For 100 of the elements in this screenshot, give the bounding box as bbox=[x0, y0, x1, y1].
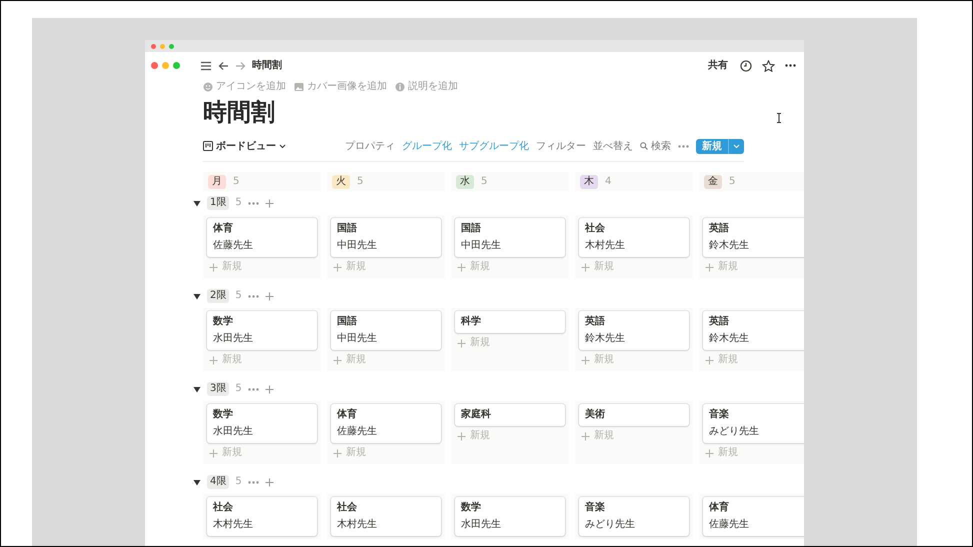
plus-icon bbox=[209, 356, 218, 364]
more-icon[interactable] bbox=[785, 64, 796, 67]
plus-icon bbox=[705, 262, 714, 272]
card[interactable]: 数学 水田先生 bbox=[455, 497, 565, 536]
clock-icon[interactable] bbox=[740, 60, 752, 72]
add-page-option[interactable]: 説明を追加 bbox=[408, 81, 458, 93]
card-title: 数学 bbox=[213, 316, 234, 328]
card[interactable]: 科学 bbox=[455, 311, 565, 333]
day-tag: 月 bbox=[208, 174, 226, 188]
card-count: 5 bbox=[729, 176, 736, 188]
card-count: 5 bbox=[481, 176, 488, 188]
toggle-triangle-icon[interactable] bbox=[193, 200, 201, 206]
card[interactable]: 社会 木村先生 bbox=[579, 218, 689, 257]
card[interactable]: 体育 佐藤先生 bbox=[703, 497, 804, 536]
teacher-name: 中田先生 bbox=[337, 333, 378, 345]
view-selector[interactable]: ボードビュー bbox=[203, 139, 286, 153]
board-icon bbox=[203, 141, 213, 151]
toolbar-button[interactable]: フィルター bbox=[536, 139, 586, 153]
card[interactable]: 英語 鈴木先生 bbox=[703, 311, 804, 350]
card-title: 体育 bbox=[213, 223, 234, 235]
toolbar-button[interactable]: サブグループ化 bbox=[459, 139, 529, 153]
plus-icon bbox=[705, 448, 714, 458]
teacher-name: みどり先生 bbox=[709, 426, 760, 438]
page-breadcrumb[interactable]: 時間割 bbox=[252, 60, 282, 72]
chevron-down-icon bbox=[279, 144, 286, 148]
star-icon[interactable] bbox=[762, 60, 775, 72]
toggle-triangle-icon[interactable] bbox=[193, 292, 201, 300]
card-title: 体育 bbox=[709, 502, 730, 514]
add-icon[interactable] bbox=[264, 384, 274, 394]
card-title: 英語 bbox=[709, 316, 730, 328]
teacher-name: 佐藤先生 bbox=[337, 426, 378, 438]
teacher-name: 木村先生 bbox=[213, 519, 254, 531]
teacher-name: 中田先生 bbox=[461, 240, 502, 252]
add-icon[interactable] bbox=[264, 198, 274, 208]
new-button[interactable]: 新規 bbox=[696, 138, 744, 154]
card-title: 国語 bbox=[337, 223, 358, 235]
card-title: 音楽 bbox=[585, 502, 606, 514]
toolbar-button[interactable]: 並べ替え bbox=[593, 139, 633, 153]
chevron-down-icon bbox=[733, 144, 740, 148]
plus-icon bbox=[457, 432, 466, 440]
card[interactable]: 英語 鈴木先生 bbox=[579, 311, 689, 350]
card-count: 5 bbox=[235, 197, 242, 209]
toggle-triangle-icon[interactable] bbox=[193, 386, 201, 392]
smiley-icon bbox=[203, 82, 213, 92]
plus-icon bbox=[333, 448, 342, 458]
day-tag: 水 bbox=[456, 174, 474, 188]
card-count: 5 bbox=[235, 476, 242, 488]
card-title: 社会 bbox=[337, 502, 358, 514]
plus-icon bbox=[457, 338, 466, 348]
day-tag: 火 bbox=[332, 174, 350, 188]
group-tag: 1限 bbox=[207, 196, 230, 210]
search-button[interactable]: 検索 bbox=[640, 139, 671, 153]
day-tag: 木 bbox=[580, 174, 598, 188]
card-title: 科学 bbox=[461, 316, 482, 328]
card-title: 社会 bbox=[585, 223, 606, 235]
card-count: 5 bbox=[235, 383, 242, 395]
add-page-option[interactable]: アイコンを追加 bbox=[216, 81, 286, 93]
plus-icon bbox=[581, 356, 590, 364]
add-icon[interactable] bbox=[264, 292, 274, 300]
card[interactable]: 英語 鈴木先生 bbox=[703, 218, 804, 257]
share-button[interactable]: 共有 bbox=[708, 60, 728, 72]
plus-icon bbox=[333, 356, 342, 364]
search-icon bbox=[640, 142, 648, 150]
teacher-name: 佐藤先生 bbox=[709, 519, 750, 531]
card[interactable]: 社会 木村先生 bbox=[207, 497, 317, 536]
teacher-name: 木村先生 bbox=[585, 240, 626, 252]
card[interactable]: 数学 水田先生 bbox=[207, 404, 317, 443]
group-tag: 2限 bbox=[207, 289, 230, 303]
add-page-option[interactable]: カバー画像を追加 bbox=[307, 81, 387, 93]
forward-arrow-icon[interactable] bbox=[235, 60, 246, 70]
card[interactable]: 体育 佐藤先生 bbox=[331, 404, 441, 443]
card[interactable]: 国語 中田先生 bbox=[331, 311, 441, 350]
plus-icon bbox=[581, 262, 590, 272]
menu-icon[interactable] bbox=[200, 60, 212, 70]
card[interactable]: 体育 佐藤先生 bbox=[207, 218, 317, 257]
card[interactable]: 社会 木村先生 bbox=[331, 497, 441, 536]
card[interactable]: 音楽 みどり先生 bbox=[579, 497, 689, 536]
card-title: 数学 bbox=[461, 502, 482, 514]
card-count: 5 bbox=[233, 176, 240, 188]
card[interactable]: 家庭科 bbox=[455, 404, 565, 426]
plus-icon bbox=[209, 262, 218, 272]
page-title: 時間割 bbox=[203, 97, 275, 128]
plus-icon bbox=[457, 262, 466, 272]
teacher-name: 佐藤先生 bbox=[213, 240, 254, 252]
toolbar-button[interactable]: プロパティ bbox=[345, 139, 395, 153]
card-count: 5 bbox=[235, 290, 242, 302]
card-title: 英語 bbox=[709, 223, 730, 235]
card[interactable]: 国語 中田先生 bbox=[331, 218, 441, 257]
teacher-name: みどり先生 bbox=[585, 519, 636, 531]
card[interactable]: 国語 中田先生 bbox=[455, 218, 565, 257]
card-title: 数学 bbox=[213, 409, 234, 421]
add-icon[interactable] bbox=[264, 478, 274, 486]
toggle-triangle-icon[interactable] bbox=[193, 478, 201, 486]
card-title: 国語 bbox=[337, 316, 358, 328]
back-arrow-icon[interactable] bbox=[218, 60, 229, 70]
card[interactable]: 美術 bbox=[579, 404, 689, 426]
plus-icon bbox=[333, 262, 342, 272]
toolbar-button[interactable]: グループ化 bbox=[402, 139, 452, 153]
card[interactable]: 数学 水田先生 bbox=[207, 311, 317, 350]
card[interactable]: 音楽 みどり先生 bbox=[703, 404, 804, 443]
